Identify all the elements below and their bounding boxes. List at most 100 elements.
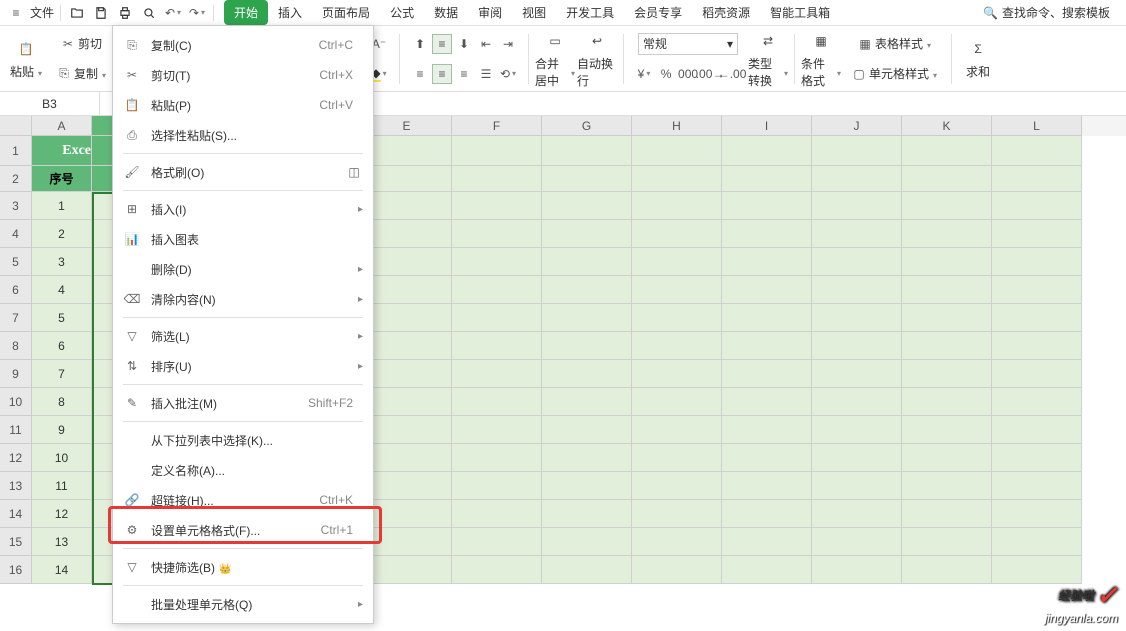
- cell[interactable]: [632, 500, 722, 528]
- cell[interactable]: [452, 166, 542, 192]
- cell[interactable]: [992, 388, 1082, 416]
- cell[interactable]: [362, 192, 452, 220]
- search-box[interactable]: 🔍 查找命令、搜索模板: [983, 4, 1120, 21]
- undo-icon[interactable]: ↶: [163, 3, 183, 23]
- cell[interactable]: [812, 276, 902, 304]
- cell[interactable]: [992, 248, 1082, 276]
- cm-from-dropdown[interactable]: 从下拉列表中选择(K)...: [113, 425, 373, 455]
- cell[interactable]: [362, 166, 452, 192]
- distribute-icon[interactable]: ☰: [476, 64, 496, 84]
- cm-quick-filter[interactable]: ▽快捷筛选(B)👑: [113, 552, 373, 582]
- cell[interactable]: [542, 416, 632, 444]
- cell[interactable]: [902, 500, 992, 528]
- cell[interactable]: [362, 444, 452, 472]
- print-icon[interactable]: [115, 3, 135, 23]
- cell[interactable]: [362, 360, 452, 388]
- save-icon[interactable]: [91, 3, 111, 23]
- col-header[interactable]: J: [812, 116, 902, 136]
- cell[interactable]: [902, 166, 992, 192]
- cell[interactable]: [632, 332, 722, 360]
- percent-icon[interactable]: %: [656, 64, 676, 84]
- cell[interactable]: [812, 136, 902, 166]
- cell[interactable]: [722, 166, 812, 192]
- cm-paste-special[interactable]: ⎙选择性粘贴(S)...: [113, 120, 373, 150]
- row-header[interactable]: 14: [0, 500, 32, 528]
- col-header[interactable]: I: [722, 116, 812, 136]
- paste-button[interactable]: 📋 粘贴: [6, 29, 46, 89]
- row-header[interactable]: 15: [0, 528, 32, 556]
- row-header[interactable]: 6: [0, 276, 32, 304]
- cm-batch-process[interactable]: 批量处理单元格(Q)▸: [113, 589, 373, 619]
- cell[interactable]: [362, 388, 452, 416]
- tab-review[interactable]: 审阅: [468, 0, 512, 25]
- cell[interactable]: [902, 192, 992, 220]
- cell[interactable]: [812, 332, 902, 360]
- cm-delete[interactable]: 删除(D)▸: [113, 254, 373, 284]
- tab-insert[interactable]: 插入: [268, 0, 312, 25]
- row-header[interactable]: 3: [0, 192, 32, 220]
- cm-hyperlink[interactable]: 🔗超链接(H)...Ctrl+K: [113, 485, 373, 515]
- cell[interactable]: [902, 136, 992, 166]
- cell[interactable]: [452, 444, 542, 472]
- cut-button[interactable]: ✂剪切: [56, 29, 106, 59]
- row-header[interactable]: 8: [0, 332, 32, 360]
- cell[interactable]: [722, 472, 812, 500]
- cm-paste[interactable]: 📋粘贴(P)Ctrl+V: [113, 90, 373, 120]
- cell[interactable]: 5: [32, 304, 92, 332]
- cm-filter[interactable]: ▽筛选(L)▸: [113, 321, 373, 351]
- row-header[interactable]: 10: [0, 388, 32, 416]
- cell[interactable]: [542, 136, 632, 166]
- tab-dev[interactable]: 开发工具: [556, 0, 624, 25]
- col-header[interactable]: G: [542, 116, 632, 136]
- cell[interactable]: [722, 528, 812, 556]
- align-middle-icon[interactable]: ≡: [432, 34, 452, 54]
- col-header[interactable]: F: [452, 116, 542, 136]
- row-header[interactable]: 5: [0, 248, 32, 276]
- cell[interactable]: [902, 220, 992, 248]
- row-header[interactable]: 7: [0, 304, 32, 332]
- cell[interactable]: [362, 276, 452, 304]
- cell[interactable]: [452, 220, 542, 248]
- cell[interactable]: [992, 500, 1082, 528]
- cell[interactable]: [362, 220, 452, 248]
- row-header[interactable]: 13: [0, 472, 32, 500]
- copy-button[interactable]: ⎘复制: [52, 59, 110, 89]
- open-icon[interactable]: [67, 3, 87, 23]
- cell[interactable]: [632, 192, 722, 220]
- cell[interactable]: [812, 416, 902, 444]
- file-menu[interactable]: 文件: [30, 4, 54, 21]
- tab-view[interactable]: 视图: [512, 0, 556, 25]
- row-header[interactable]: 9: [0, 360, 32, 388]
- cell[interactable]: [812, 220, 902, 248]
- cell[interactable]: [542, 220, 632, 248]
- cell[interactable]: 11: [32, 472, 92, 500]
- tab-smart[interactable]: 智能工具箱: [760, 0, 840, 25]
- tab-start[interactable]: 开始: [224, 0, 268, 25]
- cell[interactable]: [902, 332, 992, 360]
- tab-formula[interactable]: 公式: [380, 0, 424, 25]
- tab-data[interactable]: 数据: [424, 0, 468, 25]
- cell[interactable]: [992, 528, 1082, 556]
- cell[interactable]: [812, 528, 902, 556]
- cell[interactable]: [722, 500, 812, 528]
- cell[interactable]: [632, 416, 722, 444]
- cell[interactable]: [542, 500, 632, 528]
- cell[interactable]: [362, 500, 452, 528]
- cell[interactable]: [992, 304, 1082, 332]
- col-header[interactable]: K: [902, 116, 992, 136]
- cell[interactable]: [722, 220, 812, 248]
- cell[interactable]: [632, 166, 722, 192]
- name-box[interactable]: B3: [0, 92, 100, 115]
- cell[interactable]: [542, 556, 632, 584]
- cell[interactable]: [452, 416, 542, 444]
- cell[interactable]: [812, 500, 902, 528]
- cell[interactable]: [452, 192, 542, 220]
- align-bottom-icon[interactable]: ⬇: [454, 34, 474, 54]
- align-left-icon[interactable]: ≡: [410, 64, 430, 84]
- cell[interactable]: [452, 136, 542, 166]
- cell[interactable]: [542, 248, 632, 276]
- cell[interactable]: [362, 136, 452, 166]
- cell[interactable]: [542, 360, 632, 388]
- cell[interactable]: [452, 500, 542, 528]
- cell[interactable]: [992, 332, 1082, 360]
